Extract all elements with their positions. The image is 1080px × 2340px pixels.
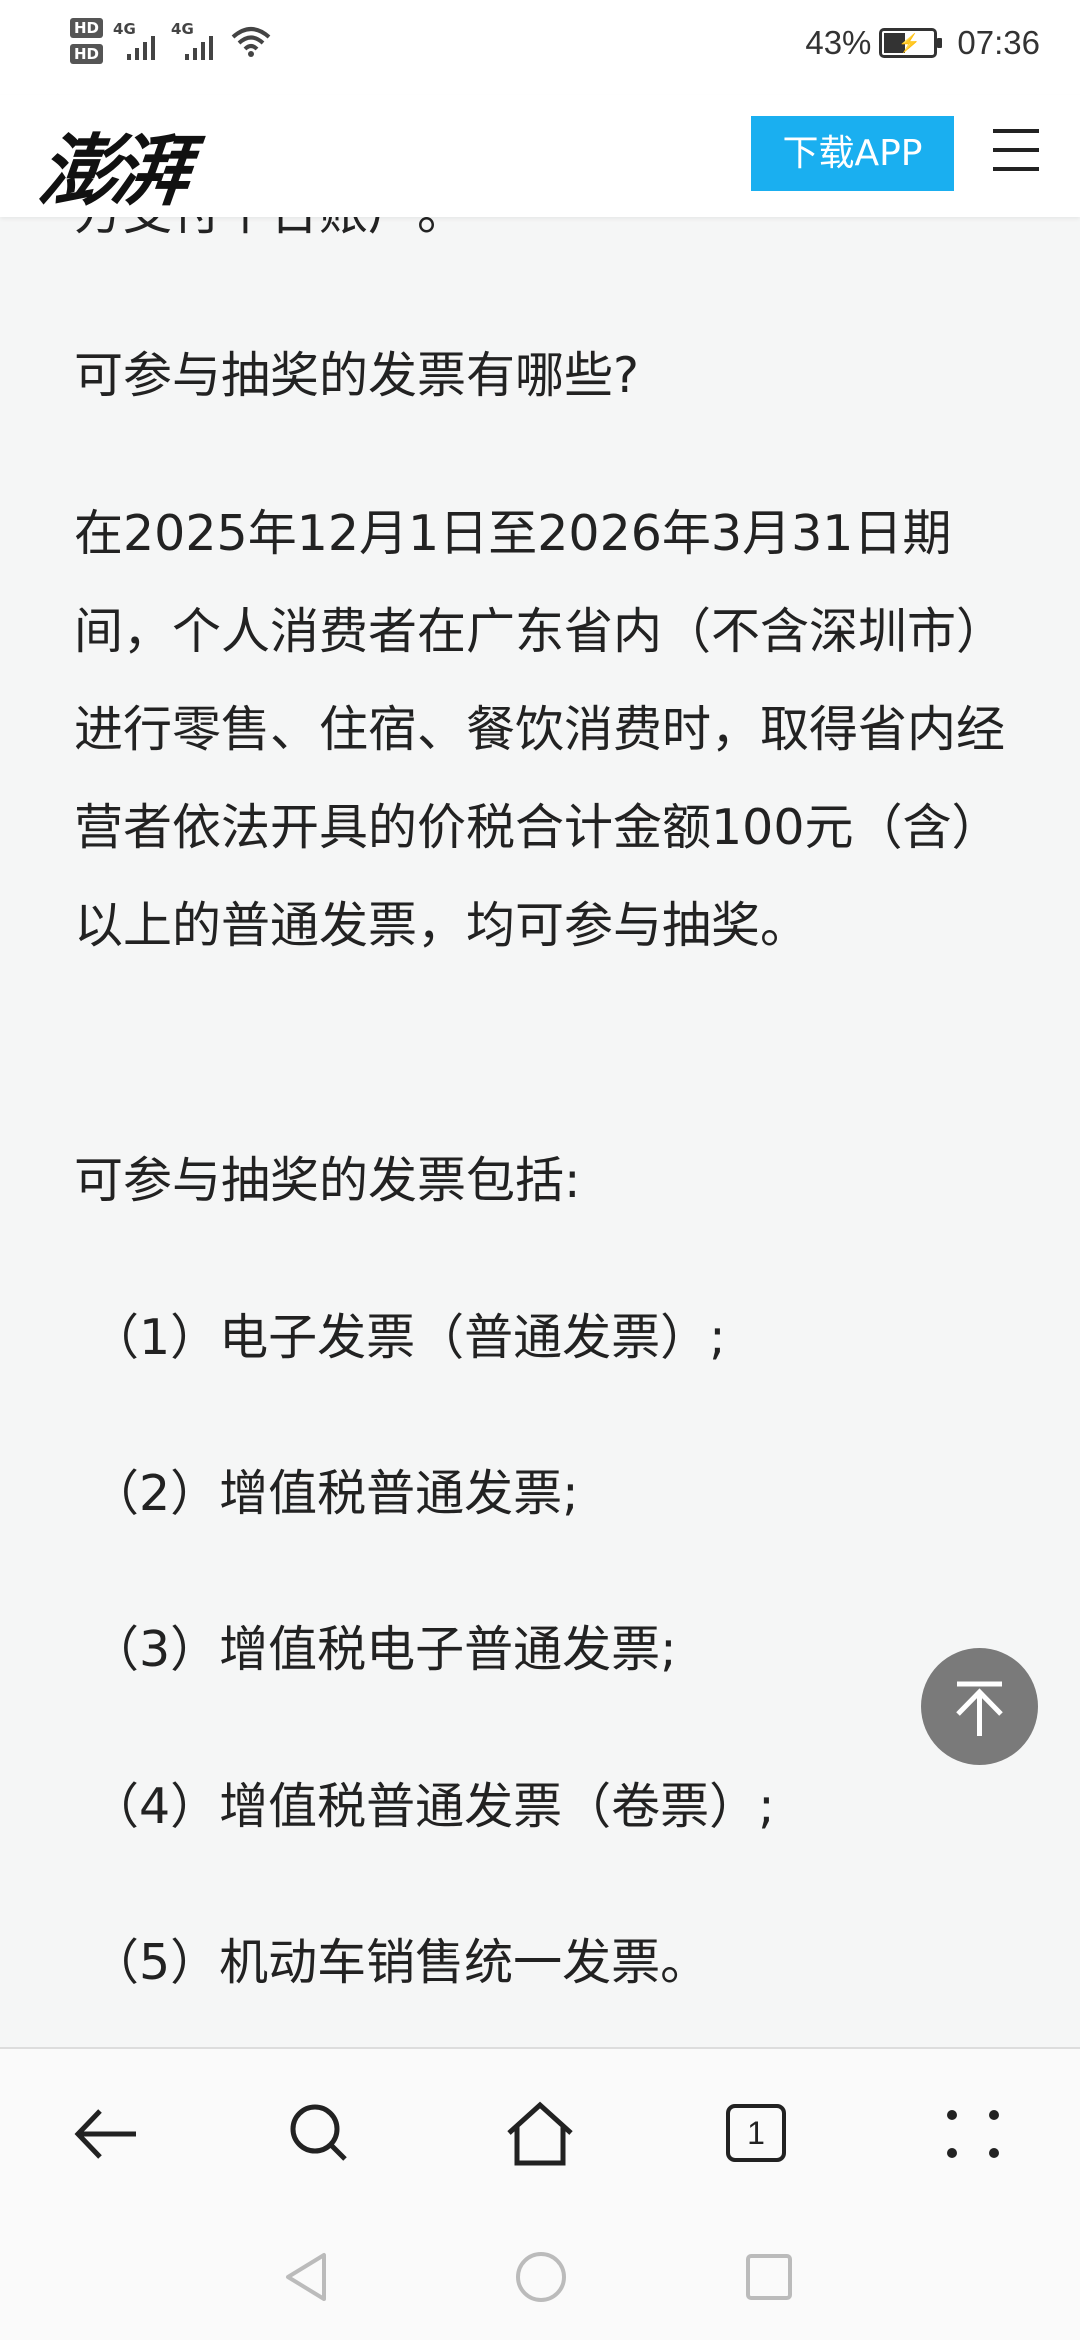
browser-tabs-button[interactable]: 1	[721, 2099, 791, 2169]
hamburger-menu-icon[interactable]	[993, 129, 1039, 173]
more-dots-icon	[947, 2110, 999, 2158]
system-recent-button[interactable]	[741, 2249, 797, 2305]
tab-count: 1	[726, 2104, 786, 2162]
status-left: HD HD 4G 4G	[70, 18, 273, 64]
list-item: （2）增值税普通发票;	[90, 1465, 579, 1522]
browser-more-button[interactable]	[938, 2099, 1008, 2169]
arrow-left-icon	[74, 2109, 136, 2159]
list-item: （3）增值税电子普通发票;	[90, 1621, 677, 1678]
circle-home-icon	[516, 2252, 566, 2302]
browser-toolbar: 1	[0, 2047, 1080, 2217]
system-nav-bar	[0, 2217, 1080, 2340]
search-icon	[290, 2104, 347, 2161]
hd-badge-2: HD	[70, 44, 104, 64]
arrow-up-to-top-icon	[956, 1681, 1003, 1736]
status-bar: HD HD 4G 4G 43% ⚡ 07:36	[0, 0, 1080, 95]
clock: 07:36	[957, 24, 1040, 61]
hd-indicators: HD HD	[70, 18, 104, 64]
list-item: （5）机动车销售统一发票。	[90, 1934, 710, 1991]
article-body-paragraph: 在2025年12月1日至2026年3月31日期间，个人消费者在广东省内（不含深圳…	[74, 505, 1006, 954]
system-back-button[interactable]	[280, 2249, 336, 2305]
browser-search-button[interactable]	[285, 2099, 355, 2169]
list-item: （4）增值税普通发票（卷票）;	[90, 1778, 775, 1835]
square-recent-icon	[746, 2254, 792, 2300]
download-app-button[interactable]: 下载APP	[751, 116, 954, 191]
home-icon	[507, 2101, 573, 2166]
browser-home-button[interactable]	[505, 2099, 575, 2169]
site-logo[interactable]: 澎湃	[34, 109, 190, 221]
triangle-back-icon	[286, 2253, 326, 2301]
list-item: （1）电子发票（普通发票）;	[90, 1309, 726, 1366]
hd-badge-1: HD	[70, 18, 104, 38]
browser-back-button[interactable]	[72, 2099, 142, 2169]
status-right: 43% ⚡ 07:36	[805, 24, 1040, 62]
battery-percent: 43%	[805, 24, 872, 61]
system-home-button[interactable]	[513, 2249, 569, 2305]
site-header: 澎湃 下载APP	[0, 95, 1080, 217]
signal-2-icon: 4G	[171, 20, 219, 62]
back-to-top-button[interactable]	[921, 1648, 1038, 1765]
wifi-icon	[231, 27, 271, 57]
article-content: 方支付平台账户。 可参与抽奖的发票有哪些? 在2025年12月1日至2026年3…	[0, 217, 1080, 2047]
signal-1-icon: 4G	[113, 20, 161, 62]
battery-icon: ⚡	[879, 28, 943, 58]
article-question: 可参与抽奖的发票有哪些?	[74, 347, 640, 404]
article-list-intro: 可参与抽奖的发票包括:	[74, 1152, 581, 1209]
article-cut-line: 方支付平台账户。	[74, 217, 466, 244]
charging-icon: ⚡	[898, 33, 921, 53]
